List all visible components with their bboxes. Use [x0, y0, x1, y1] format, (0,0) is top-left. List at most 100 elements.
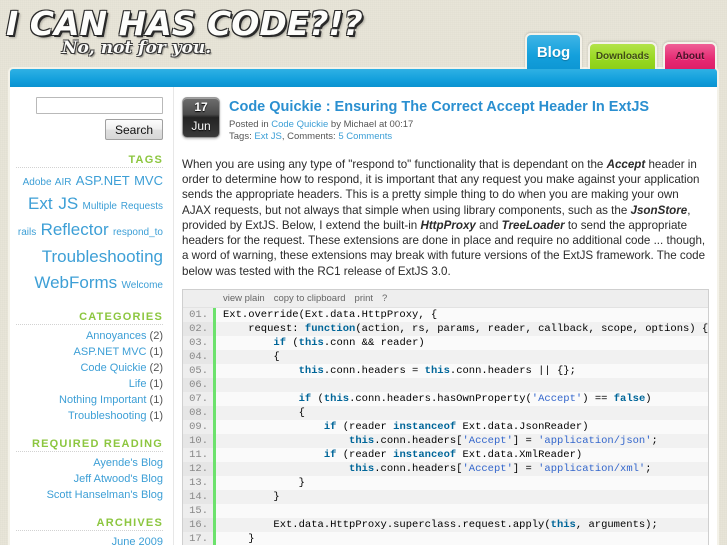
code-line-source: {: [223, 407, 305, 420]
tab-about[interactable]: About: [663, 42, 717, 69]
category-life[interactable]: Life (1): [16, 376, 163, 392]
post-meta-line-1: Posted in Code Quickie by Michael at 00:…: [229, 119, 649, 131]
tag-rails[interactable]: rails: [18, 227, 36, 238]
category-label: Troubleshooting: [68, 409, 147, 422]
body-emphasis-httpproxy: HttpProxy: [420, 218, 476, 232]
code-line-source: request: function(action, rs, params, re…: [223, 323, 708, 336]
category-nothing-important[interactable]: Nothing Important (1): [16, 392, 163, 408]
code-line: 15.: [183, 504, 708, 519]
tag-ext-js[interactable]: Ext JS: [28, 194, 78, 213]
search-widget: Search: [16, 97, 163, 140]
search-button[interactable]: Search: [104, 119, 163, 140]
code-line-number: 05.: [183, 364, 216, 379]
code-line: 05. this.conn.headers = this.conn.header…: [183, 364, 708, 379]
post-time: 00:17: [389, 118, 414, 130]
comments-label: , Comments:: [281, 130, 339, 142]
tag-multiple-requests[interactable]: Multiple Requests: [83, 201, 163, 212]
code-line-number: 15.: [183, 504, 216, 519]
code-line: 10. this.conn.headers['Accept'] = 'appli…: [183, 434, 708, 449]
search-input[interactable]: [36, 97, 163, 114]
archives-heading: ARCHIVES: [96, 516, 163, 529]
print-button[interactable]: print: [355, 293, 373, 304]
category-troubleshooting[interactable]: Troubleshooting (1): [16, 408, 163, 424]
code-line-number: 12.: [183, 462, 216, 477]
tag-cloud: Adobe AIR ASP.NET MVC Ext JS Multiple Re…: [16, 171, 163, 297]
code-line-number: 10.: [183, 434, 216, 449]
code-line: 17. }: [183, 532, 708, 545]
post-category-link[interactable]: Code Quickie: [271, 119, 328, 130]
archive-june-2009[interactable]: June 2009: [16, 534, 163, 545]
post-comments-link[interactable]: 5 Comments: [338, 131, 392, 142]
at-label: at: [376, 118, 390, 130]
code-line: 03. if (this.conn && reader): [183, 336, 708, 351]
tag-reflector[interactable]: Reflector: [41, 220, 109, 239]
code-line: 07. if (this.conn.headers.hasOwnProperty…: [183, 392, 708, 407]
post-date-day: 17: [194, 100, 208, 114]
tag-welcome[interactable]: Welcome: [122, 280, 164, 291]
code-lines: 01. Ext.override(Ext.data.HttpProxy, {02.…: [183, 308, 708, 545]
required-reading-divider: [16, 450, 163, 452]
code-line-source: if (this.conn.headers.hasOwnProperty('Ac…: [298, 393, 652, 406]
body-text-1: When you are using any type of "respond …: [182, 157, 607, 171]
code-line: 12. this.conn.headers['Accept'] = 'appli…: [183, 462, 708, 477]
code-line: 14. }: [183, 490, 708, 505]
code-line: 06.: [183, 378, 708, 393]
link-ayendes-blog[interactable]: Ayende's Blog: [16, 455, 163, 471]
code-line-source: {: [223, 351, 280, 364]
header-accent-bar: [8, 67, 719, 87]
tab-downloads[interactable]: Downloads: [588, 42, 657, 69]
post-tag-link[interactable]: Ext JS: [254, 131, 281, 142]
code-line: 16. Ext.data.HttpProxy.superclass.reques…: [183, 518, 708, 533]
code-line: 02. request: function(action, rs, params…: [183, 322, 708, 337]
main-navigation: Blog Downloads About: [525, 33, 717, 69]
code-line-source: if (reader instanceof Ext.data.JsonReade…: [323, 421, 589, 434]
tags-divider: [16, 167, 163, 168]
tag-troubleshooting[interactable]: Troubleshooting: [42, 247, 163, 266]
tag-aspnet-mvc[interactable]: ASP.NET MVC: [76, 173, 163, 188]
site-header: I CAN HAS CODE?!? No, not for you. Blog …: [0, 0, 727, 69]
tags-label: Tags:: [229, 130, 255, 142]
code-line-source: }: [223, 533, 255, 545]
code-line-source: [216, 504, 223, 518]
categories-divider: [16, 323, 163, 325]
post-meta-line-2: Tags: Ext JS, Comments: 5 Comments: [229, 131, 649, 143]
code-line-source: Ext.override(Ext.data.HttpProxy, {: [223, 309, 438, 322]
code-line-number: 09.: [183, 420, 216, 435]
post-date-month: Jun: [191, 119, 211, 133]
category-annoyances[interactable]: Annoyances (2): [16, 328, 163, 344]
tag-adobe-air[interactable]: Adobe AIR: [23, 177, 72, 188]
categories-heading: CATEGORIES: [79, 310, 163, 323]
category-label: Nothing Important: [59, 393, 147, 406]
code-line-source: if (this.conn && reader): [273, 337, 425, 350]
tab-blog-label: Blog: [536, 43, 571, 61]
link-scott-hanselmans-blog[interactable]: Scott Hanselman's Blog: [16, 487, 163, 503]
category-count: (2): [149, 329, 163, 342]
post-author: Michael: [343, 118, 377, 130]
tag-respond-to[interactable]: respond_to: [113, 227, 163, 238]
post-header-text: Code Quickie : Ensuring The Correct Acce…: [229, 97, 649, 143]
category-aspnet-mvc[interactable]: ASP.NET MVC (1): [16, 344, 163, 360]
code-line: 11. if (reader instanceof Ext.data.XmlRe…: [183, 448, 708, 463]
code-line: 08. {: [183, 406, 708, 421]
code-line-number: 17.: [183, 532, 216, 545]
code-line-number: 14.: [183, 490, 216, 505]
code-line: 09. if (reader instanceof Ext.data.JsonR…: [183, 420, 708, 435]
code-line-source: this.conn.headers = this.conn.headers ||…: [298, 365, 576, 378]
category-label: Life: [128, 377, 147, 390]
tab-downloads-label: Downloads: [595, 50, 650, 62]
copy-to-clipboard-button[interactable]: copy to clipboard: [274, 293, 346, 304]
code-block: view plain copy to clipboard print ? 01.…: [182, 289, 709, 545]
by-label: by: [328, 118, 344, 130]
required-reading-heading: REQUIRED READING: [31, 437, 163, 450]
sidebar: Search TAGS Adobe AIR ASP.NET MVC Ext JS…: [10, 87, 174, 545]
help-button[interactable]: ?: [382, 293, 387, 304]
view-plain-button[interactable]: view plain: [223, 293, 265, 304]
code-line-number: 03.: [183, 336, 216, 351]
tab-blog[interactable]: Blog: [525, 33, 582, 69]
tag-webforms[interactable]: WebForms: [34, 273, 117, 292]
code-line: 01. Ext.override(Ext.data.HttpProxy, {: [183, 308, 708, 323]
link-jeff-atwoods-blog[interactable]: Jeff Atwood's Blog: [16, 471, 163, 487]
post-header: 17 Jun Code Quickie : Ensuring The Corre…: [182, 97, 709, 143]
code-line-number: 07.: [183, 392, 216, 407]
category-code-quickie[interactable]: Code Quickie (2): [16, 360, 163, 376]
